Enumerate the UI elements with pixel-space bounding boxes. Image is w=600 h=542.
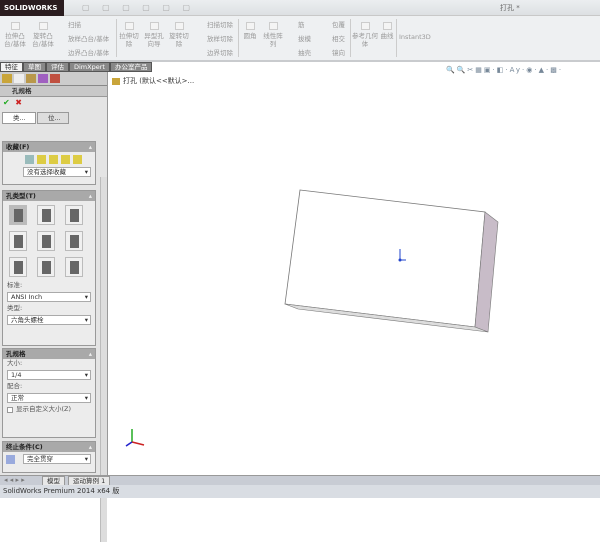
standard-select[interactable]: ANSI Inch [7,292,91,302]
hole-wizard-button[interactable]: 异型孔向导 [142,22,166,48]
hole-type-section: 孔类型(T) 标准: ANSI Inch 类型: 六角头螺栓 [2,190,96,346]
tap-icon[interactable] [9,231,27,251]
intersect-button[interactable]: 相交 [332,35,345,43]
cancel-button[interactable]: ✖ [15,98,22,107]
favorites-select[interactable]: 没有选择收藏 [23,167,91,177]
standard-label: 标准: [7,281,23,289]
graphics-area[interactable]: 打孔 (默认<<默认>... 🔍🔍✂▦▣·◧·Ay·◉·▲·▩· [108,62,600,475]
curves-button[interactable]: 曲线 [378,22,396,40]
fillet-icon [245,22,255,30]
feature-ribbon: 拉伸凸台/基体 旋转凸台/基体 扫描 放样凸台/基体 边界凸台/基体 拉伸切除 … [0,16,600,62]
linear-pattern-button[interactable]: 线性阵列 [262,22,284,48]
revolve-cut-button[interactable]: 旋转切除 [168,22,190,48]
configuration-tab-icon[interactable] [26,74,36,83]
triad-icon [125,429,145,447]
curves-icon [382,22,392,30]
tab-sketch[interactable]: 草图 [23,62,46,72]
tab-scroll-arrows[interactable]: ◂ ◂ ▸ ▸ [4,476,25,484]
property-manager-tab-icon[interactable] [14,74,24,83]
favorite-add-icon[interactable] [37,155,46,164]
box-top-face [284,189,486,328]
reference-geometry-icon [360,22,370,30]
property-manager: 孔规格 ✔ ✖ 类... 位... 收藏(F) 没有选择收藏 孔类型(T) [0,72,108,542]
rib-button[interactable]: 筋 [298,21,305,29]
counterbore-icon[interactable] [9,205,27,225]
custom-size-label: 显示自定义大小(Z) [16,405,72,413]
loft-boss-button[interactable]: 放样凸台/基体 [68,35,109,43]
extrude-boss-button[interactable]: 拉伸凸台/基体 [2,22,28,48]
legacy-hole-icon[interactable] [65,231,83,251]
panel-title: 孔规格 [0,86,107,97]
status-bar: SolidWorks Premium 2014 x64 版 [0,485,600,498]
favorite-save-icon[interactable] [73,155,82,164]
end-condition-select[interactable]: 完全贯穿 [23,454,91,464]
display-tab-icon[interactable] [50,74,60,83]
slot-icon[interactable] [65,257,83,277]
pipe-tap-icon[interactable] [37,231,55,251]
instant3d-button[interactable]: Instant3D [399,33,431,41]
draft-button[interactable]: 拔模 [298,35,311,43]
boundary-boss-button[interactable]: 边界凸台/基体 [68,49,109,57]
type-label: 类型: [7,304,23,312]
document-title: 打孔 * [500,4,520,12]
countersink-icon[interactable] [37,205,55,225]
hole-wizard-icon [149,22,159,30]
extrude-cut-icon [124,22,134,30]
size-label: 大小: [7,359,23,367]
revolve-boss-button[interactable]: 旋转凸台/基体 [30,22,56,48]
tab-evaluate[interactable]: 评估 [46,62,69,72]
size-select[interactable]: 1/4 [7,370,91,380]
favorites-header[interactable]: 收藏(F) [3,142,95,152]
hole-spec-section: 孔规格 大小: 1/4 配合: 正常 显示自定义大小(Z) [2,348,96,438]
part-model [125,189,499,447]
ok-button[interactable]: ✔ [3,98,10,107]
title-bar: SOLIDWORKS ▢ ▢ ▢ ▢ ▢ ▢ 打孔 * [0,0,600,16]
boundary-cut-button[interactable]: 边界切除 [207,49,233,57]
hole-spec-header[interactable]: 孔规格 [3,349,95,359]
countersink-slot-icon[interactable] [37,257,55,277]
hole-icon[interactable] [65,205,83,225]
fit-select[interactable]: 正常 [7,393,91,403]
dimxpert-tab-icon[interactable] [38,74,48,83]
favorite-update-icon[interactable] [49,155,58,164]
end-condition-header[interactable]: 终止条件(C) [3,442,95,452]
bottom-tabs: ◂ ◂ ▸ ▸ 模型 运动算例 1 [0,475,600,487]
command-manager-tabs: 特征 草图 评估 DimXpert 办公室产品 [0,62,153,72]
reverse-direction-icon[interactable] [6,454,15,464]
favorite-delete-icon[interactable] [61,155,70,164]
custom-size-checkbox[interactable] [7,406,13,413]
hole-type-header[interactable]: 孔类型(T) [3,191,95,201]
fit-label: 配合: [7,382,23,390]
sweep-cut-button[interactable]: 扫描切除 [207,21,233,29]
tab-dimxpert[interactable]: DimXpert [69,62,110,72]
mirror-button[interactable]: 镜向 [332,49,345,57]
favorite-apply-icon[interactable] [25,155,34,164]
wrap-button[interactable]: 包覆 [332,21,345,29]
manager-tabs [0,72,107,86]
end-condition-section: 终止条件(C) 完全贯穿 [2,441,96,473]
favorites-section: 收藏(F) 没有选择收藏 [2,141,96,185]
tab-office[interactable]: 办公室产品 [109,62,153,72]
quick-access-toolbar[interactable]: ▢ ▢ ▢ ▢ ▢ ▢ [82,3,195,12]
revolve-cut-icon [174,22,184,30]
tab-positions[interactable]: 位... [37,112,69,124]
fillet-button[interactable]: 圆角 [240,22,260,40]
solidworks-logo: SOLIDWORKS [0,0,64,16]
counterbore-slot-icon[interactable] [9,257,27,277]
loft-cut-button[interactable]: 放样切除 [207,35,233,43]
shell-button[interactable]: 抽壳 [298,49,311,57]
linear-pattern-icon [268,22,278,30]
extrude-icon [10,22,20,30]
tab-type[interactable]: 类... [2,112,36,124]
reference-geometry-button[interactable]: 参考几何体 [352,22,378,48]
sweep-button[interactable]: 扫描 [68,21,81,29]
type-select[interactable]: 六角头螺栓 [7,315,91,325]
extrude-cut-button[interactable]: 拉伸切除 [118,22,140,48]
revolve-icon [38,22,48,30]
feature-tree-tab-icon[interactable] [2,74,12,83]
tab-features[interactable]: 特征 [0,62,23,72]
